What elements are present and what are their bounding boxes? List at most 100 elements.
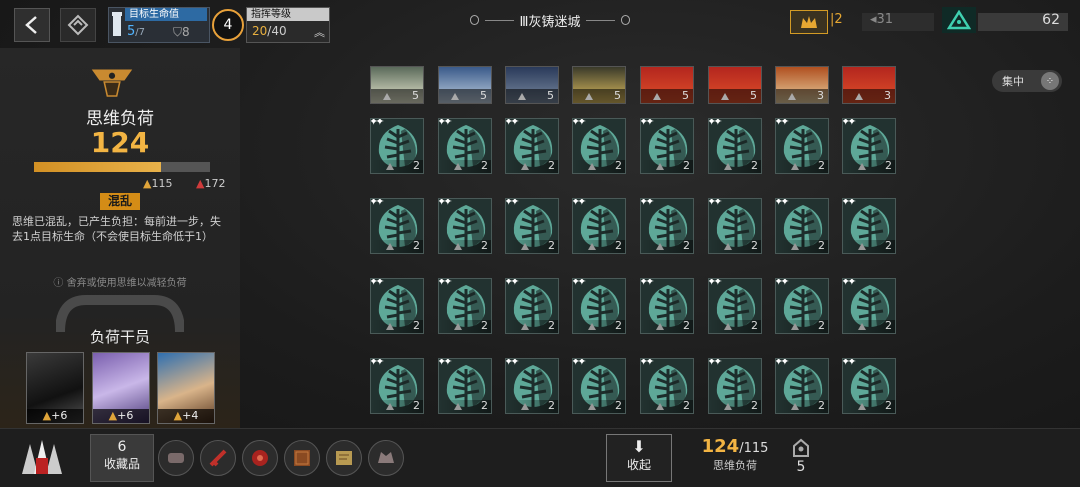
status-description: 思维已混乱，已产生负担：每前进一步，失去1点目标生命（不会使目标生命低于1） — [12, 215, 221, 243]
thought-card[interactable]: 5 — [708, 66, 762, 104]
thought-card[interactable]: ✦✦ 2 — [775, 198, 829, 254]
thought-card[interactable]: ✦✦ 2 — [438, 278, 492, 334]
triangle-icon — [656, 243, 664, 250]
thought-card[interactable]: 5 — [505, 66, 559, 104]
card-count: 2 — [413, 159, 420, 172]
thought-card[interactable]: ✦✦ 2 — [775, 278, 829, 334]
focus-toggle[interactable]: 集中 ⁘ — [992, 70, 1062, 92]
bottom-load-label: 思维负荷 — [713, 459, 757, 472]
thought-card[interactable]: ✦✦ 2 — [370, 198, 424, 254]
card-count: 2 — [481, 399, 488, 412]
threshold-b-value: 172 — [204, 177, 226, 190]
sparkle-icon: ✦✦ — [708, 358, 723, 368]
thought-card[interactable]: ✦✦ 2 — [708, 198, 762, 254]
sparkle-icon: ✦✦ — [640, 118, 655, 128]
card-count: 3 — [817, 89, 824, 102]
key-count: 5 — [796, 459, 806, 475]
relic-item[interactable] — [368, 440, 404, 476]
relic-item[interactable] — [284, 440, 320, 476]
thought-card[interactable]: ✦✦ 2 — [640, 358, 694, 414]
operator-card[interactable]: ▲+6 — [92, 352, 150, 424]
triangle-icon — [791, 163, 799, 170]
double-chevron-up-icon: ︽ — [314, 26, 325, 39]
sparkle-icon: ✦✦ — [572, 118, 587, 128]
triangle-yellow-icon: ▲ — [108, 409, 118, 422]
thought-card[interactable]: 3 — [842, 66, 896, 104]
triangle-icon — [521, 163, 529, 170]
relic-item[interactable] — [242, 440, 278, 476]
ops-title: 负荷干员 — [89, 328, 150, 346]
sparkle-icon: ✦✦ — [370, 198, 385, 208]
operator-bonus-value: +4 — [182, 409, 199, 422]
thought-card[interactable]: ✦✦ 2 — [640, 278, 694, 334]
command-level-panel[interactable]: 指挥等级 20/40 ︽ — [246, 7, 330, 43]
back-button[interactable] — [14, 8, 50, 42]
squad-emblem-icon[interactable] — [14, 434, 70, 480]
sparkle-icon: ✦✦ — [438, 278, 453, 288]
threshold-a-value: 115 — [151, 177, 173, 190]
thought-card[interactable]: ✦✦ 2 — [505, 118, 559, 174]
thought-card[interactable]: ✦✦ 2 — [775, 358, 829, 414]
thought-card[interactable]: ✦✦ 2 — [842, 198, 896, 254]
sparkle-icon: ✦✦ — [775, 278, 790, 288]
operator-bonus: ▲+6 — [27, 409, 83, 423]
grid-dots-icon: ⁘ — [1041, 72, 1059, 90]
thought-card[interactable]: ✦✦ 2 — [505, 198, 559, 254]
relic-item[interactable] — [200, 440, 236, 476]
sparkle-icon: ✦✦ — [438, 198, 453, 208]
operator-card[interactable]: ▲+4 — [157, 352, 215, 424]
bottom-load-limit: /115 — [739, 441, 769, 456]
operator-bonus-value: +6 — [117, 409, 134, 422]
thought-card[interactable]: 5 — [640, 66, 694, 104]
thought-card[interactable]: ✦✦ 2 — [505, 278, 559, 334]
thought-card[interactable]: ✦✦ 2 — [572, 198, 626, 254]
triangle-icon — [653, 93, 661, 100]
sparkle-icon: ✦✦ — [708, 118, 723, 128]
triangle-icon — [454, 323, 462, 330]
thought-card[interactable]: ✦✦ 2 — [640, 198, 694, 254]
thought-card[interactable]: ✦✦ 2 — [842, 358, 896, 414]
triangle-icon — [518, 93, 526, 100]
triangle-icon — [858, 243, 866, 250]
relic-item[interactable] — [326, 440, 362, 476]
thought-card[interactable]: ✦✦ 2 — [572, 358, 626, 414]
thought-card[interactable]: ✦✦ 2 — [370, 358, 424, 414]
triangle-icon — [521, 243, 529, 250]
sparkle-icon: ✦✦ — [842, 358, 857, 368]
thought-card[interactable]: ✦✦ 2 — [370, 278, 424, 334]
triangle-icon — [855, 93, 863, 100]
thought-card[interactable]: ✦✦ 2 — [775, 118, 829, 174]
collapse-button[interactable]: ⬇ 收起 — [606, 434, 672, 482]
card-count: 2 — [751, 159, 758, 172]
book-icon — [294, 450, 310, 466]
thought-card[interactable]: ✦✦ 2 — [438, 118, 492, 174]
operator-card[interactable]: ▲+6 — [26, 352, 84, 424]
helmet-icon — [378, 452, 394, 463]
thought-card[interactable]: 5 — [370, 66, 424, 104]
collapse-label: 收起 — [626, 458, 651, 472]
collection-label: 收藏品 — [103, 457, 140, 471]
thought-card[interactable]: ✦✦ 2 — [438, 198, 492, 254]
thought-card[interactable]: ✦✦ 2 — [708, 278, 762, 334]
thought-card[interactable]: 5 — [572, 66, 626, 104]
thought-card[interactable]: 5 — [438, 66, 492, 104]
thought-card[interactable]: ✦✦ 2 — [842, 118, 896, 174]
thought-card[interactable]: 3 — [775, 66, 829, 104]
triangle-icon — [791, 323, 799, 330]
thought-card[interactable]: ✦✦ 2 — [842, 278, 896, 334]
triangle-icon — [791, 243, 799, 250]
thought-card[interactable]: ✦✦ 2 — [370, 118, 424, 174]
sparkle-icon: ✦✦ — [505, 118, 520, 128]
relic-item[interactable] — [158, 440, 194, 476]
triangle-icon — [454, 403, 462, 410]
thought-card[interactable]: ✦✦ 2 — [572, 118, 626, 174]
thought-card[interactable]: ✦✦ 2 — [640, 118, 694, 174]
thought-card[interactable]: ✦✦ 2 — [708, 118, 762, 174]
thought-card[interactable]: ✦✦ 2 — [438, 358, 492, 414]
thought-card[interactable]: ✦✦ 2 — [708, 358, 762, 414]
collection-button[interactable]: 6 收藏品 — [90, 434, 154, 482]
thought-card[interactable]: ✦✦ 2 — [572, 278, 626, 334]
home-button[interactable] — [60, 8, 96, 42]
hint-text: ⓘ 舍弃或使用思维以减轻负荷 — [53, 278, 187, 289]
thought-card[interactable]: ✦✦ 2 — [505, 358, 559, 414]
